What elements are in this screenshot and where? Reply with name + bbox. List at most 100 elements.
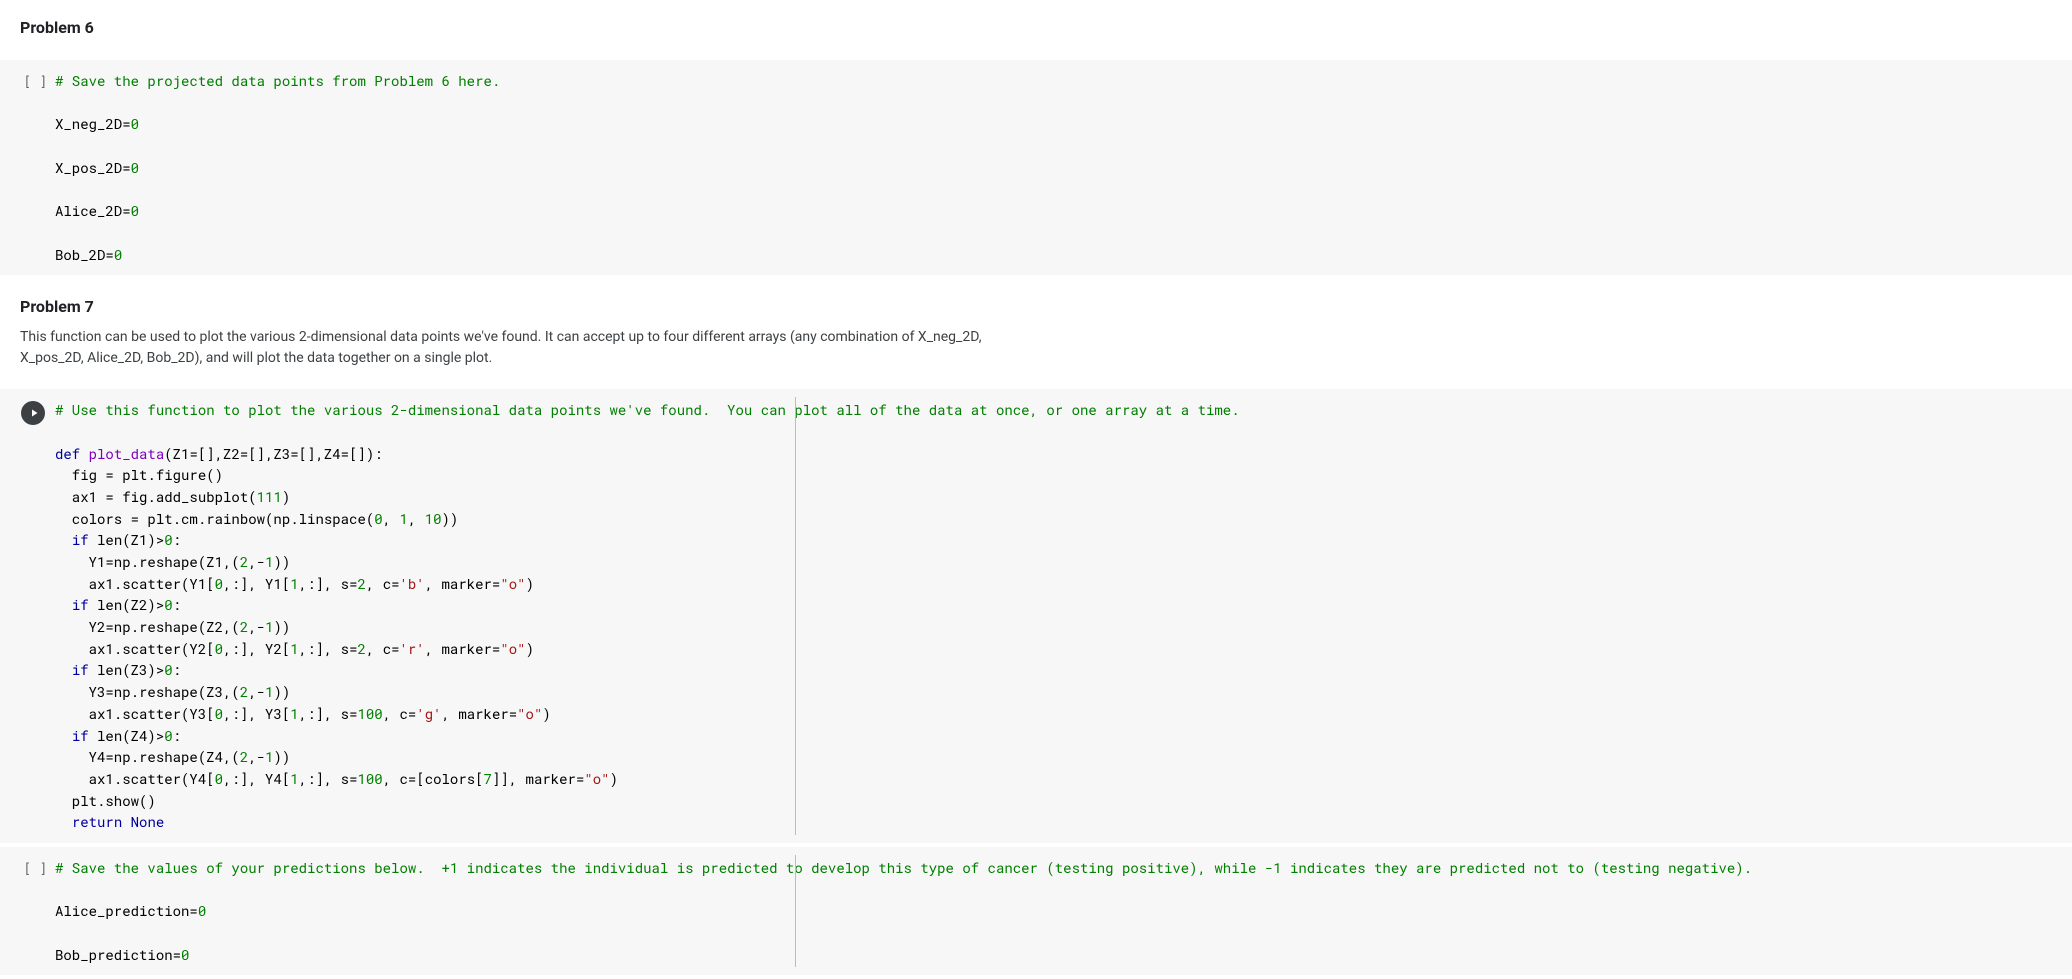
code-text: ,:], s= bbox=[299, 639, 358, 658]
code-text: ,:], s= bbox=[299, 704, 358, 723]
code-cell-2[interactable]: # Use this function to plot the various … bbox=[0, 389, 2072, 843]
kw-if: if bbox=[72, 595, 89, 614]
code-text: ,:], Y4[ bbox=[223, 769, 290, 788]
code-line: ax1 = fig.add_subplot( bbox=[55, 487, 257, 506]
code-text: ,:], s= bbox=[299, 769, 358, 788]
code-text: ,- bbox=[248, 682, 265, 701]
fn-name: plot_data bbox=[89, 444, 165, 463]
kw-def: def bbox=[55, 444, 80, 463]
code-comment: # Use this function to plot the various … bbox=[55, 400, 1240, 419]
code-string: "o" bbox=[584, 769, 609, 788]
code-text: )) bbox=[442, 509, 459, 528]
code-text: )) bbox=[273, 747, 290, 766]
code-text: ,:], Y1[ bbox=[223, 574, 290, 593]
code-text: , marker= bbox=[425, 574, 501, 593]
kw-if: if bbox=[72, 530, 89, 549]
code-text: : bbox=[173, 660, 181, 679]
code-number: 1 bbox=[290, 704, 298, 723]
code-text: , c= bbox=[366, 639, 400, 658]
code-number: 1 bbox=[399, 509, 407, 528]
code-number: 0 bbox=[164, 726, 172, 745]
code-text: , bbox=[408, 509, 425, 528]
code-line: colors = plt.cm.rainbow(np.linspace( bbox=[55, 509, 374, 528]
code-text: , bbox=[383, 509, 400, 528]
code-number: 0 bbox=[114, 245, 122, 264]
code-text: , c= bbox=[383, 769, 417, 788]
code-text: ) bbox=[542, 704, 550, 723]
code-text: ,- bbox=[248, 747, 265, 766]
kw-if: if bbox=[72, 726, 89, 745]
code-comment: # Save the projected data points from Pr… bbox=[55, 71, 500, 90]
code-text: ,:], Y2[ bbox=[223, 639, 290, 658]
code-line: Alice_prediction= bbox=[55, 901, 198, 920]
code-number: 0 bbox=[164, 660, 172, 679]
code-cell-1[interactable]: [ ] # Save the projected data points fro… bbox=[0, 60, 2072, 275]
code-line: X_pos_2D= bbox=[55, 158, 131, 177]
code-string: 'g' bbox=[416, 704, 441, 723]
code-string: "o" bbox=[500, 639, 525, 658]
code-line: Bob_2D= bbox=[55, 245, 114, 264]
code-number: 0 bbox=[181, 945, 189, 964]
code-number: 2 bbox=[240, 617, 248, 636]
cell-gutter: [ ] bbox=[0, 855, 55, 967]
code-number: 0 bbox=[198, 901, 206, 920]
code-text: len(Z1)> bbox=[89, 530, 165, 549]
code-line: plt.show() bbox=[55, 791, 156, 810]
code-editor[interactable]: # Use this function to plot the various … bbox=[55, 397, 2072, 835]
code-number: 10 bbox=[425, 509, 442, 528]
code-line: fig = plt.figure() bbox=[55, 465, 223, 484]
cell-gutter bbox=[0, 397, 55, 835]
text-cell-problem6: Problem 6 bbox=[0, 0, 2072, 56]
code-number: 2 bbox=[357, 574, 365, 593]
code-text: ,- bbox=[248, 552, 265, 571]
cell-gutter: [ ] bbox=[0, 68, 55, 267]
code-line: X_neg_2D= bbox=[55, 114, 131, 133]
code-number: 0 bbox=[374, 509, 382, 528]
code-number: 2 bbox=[240, 552, 248, 571]
code-editor[interactable]: # Save the values of your predictions be… bbox=[55, 855, 2072, 967]
code-text: , c= bbox=[366, 574, 400, 593]
code-number: 2 bbox=[240, 747, 248, 766]
code-text: len(Z3)> bbox=[89, 660, 165, 679]
code-number: 0 bbox=[131, 114, 139, 133]
code-text: ) bbox=[526, 574, 534, 593]
code-editor[interactable]: # Save the projected data points from Pr… bbox=[55, 68, 2072, 267]
code-line: Bob_prediction= bbox=[55, 945, 181, 964]
code-number: 2 bbox=[357, 639, 365, 658]
code-number: 1 bbox=[290, 574, 298, 593]
code-comment: # Save the values of your predictions be… bbox=[55, 858, 1752, 877]
code-text: len(Z2)> bbox=[89, 595, 165, 614]
kw-none: None bbox=[131, 812, 165, 831]
code-text: ) bbox=[610, 769, 618, 788]
text-cell-problem7: Problem 7 This function can be used to p… bbox=[0, 279, 2072, 385]
code-number: 1 bbox=[290, 639, 298, 658]
code-text: ,- bbox=[248, 617, 265, 636]
code-number: 0 bbox=[215, 574, 223, 593]
code-string: 'r' bbox=[400, 639, 425, 658]
heading-problem7: Problem 7 bbox=[20, 295, 2052, 319]
code-number: 0 bbox=[215, 769, 223, 788]
code-text: ,:], Y3[ bbox=[223, 704, 290, 723]
code-number: 7 bbox=[484, 769, 492, 788]
code-text: : bbox=[173, 726, 181, 745]
code-number: 100 bbox=[357, 769, 382, 788]
run-button[interactable] bbox=[21, 401, 45, 425]
code-text: [colors[ bbox=[416, 769, 483, 788]
code-number: 0 bbox=[164, 530, 172, 549]
play-icon bbox=[28, 407, 40, 419]
code-string: "o" bbox=[517, 704, 542, 723]
code-string: 'b' bbox=[400, 574, 425, 593]
code-text: , marker= bbox=[425, 639, 501, 658]
cursor-guide bbox=[795, 397, 796, 835]
code-number: 111 bbox=[257, 487, 282, 506]
code-number: 0 bbox=[215, 704, 223, 723]
code-cell-3[interactable]: [ ] # Save the values of your prediction… bbox=[0, 847, 2072, 975]
code-number: 1 bbox=[290, 769, 298, 788]
code-string: "o" bbox=[500, 574, 525, 593]
desc-problem7: This function can be used to plot the va… bbox=[20, 327, 1040, 369]
code-text: )) bbox=[273, 552, 290, 571]
code-text: : bbox=[173, 595, 181, 614]
fn-sig: (Z1=[],Z2=[],Z3=[],Z4=[]): bbox=[164, 444, 382, 463]
code-number: 2 bbox=[240, 682, 248, 701]
code-text: )) bbox=[273, 682, 290, 701]
